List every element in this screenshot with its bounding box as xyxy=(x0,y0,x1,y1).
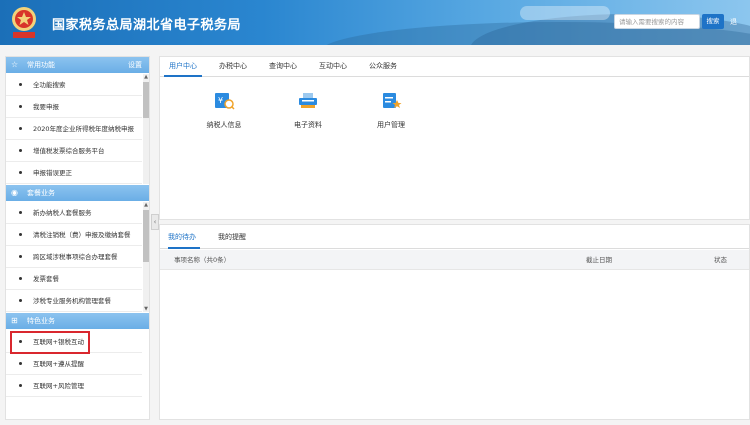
todo-tabs: 我的待办 我的提醒 xyxy=(160,225,749,249)
tab-public-service[interactable]: 公众服务 xyxy=(364,57,402,77)
package-icon: ◉ xyxy=(11,188,18,197)
sidebar-item-vat-platform[interactable]: 增值税发票综合服务平台 xyxy=(6,140,142,162)
highlight-box xyxy=(10,331,90,354)
bullet-icon xyxy=(19,171,22,174)
sidebar-item-label: 清税注销税（费）申报及缴纳套餐 xyxy=(33,231,131,239)
section-header-common[interactable]: ☆ 常用功能 设置 xyxy=(6,57,149,73)
tax-logo-icon[interactable] xyxy=(6,4,42,40)
tab-my-todo[interactable]: 我的待办 xyxy=(168,225,200,249)
sidebar-collapse-button[interactable]: ‹ xyxy=(151,214,159,230)
bullet-icon xyxy=(19,211,22,214)
scrollbar[interactable]: ▲ xyxy=(143,74,149,184)
sidebar-item-label: 2020年度企业所得税年度纳税申报 xyxy=(33,125,135,133)
sidebar-item-label: 涉税专业服务机构管理套餐 xyxy=(33,297,111,305)
section-header-feature[interactable]: ⊞ 特色业务 xyxy=(6,313,149,329)
sidebar-item-invoice[interactable]: 发票套餐 xyxy=(6,268,142,290)
sidebar-item-search-all[interactable]: 全功能搜索 xyxy=(6,74,142,96)
tab-query-center[interactable]: 查询中心 xyxy=(264,57,302,77)
scrollbar[interactable]: ▲ ▼ xyxy=(143,202,149,312)
service-label: 纳税人信息 xyxy=(206,121,242,129)
sidebar-item-label: 增值税发票综合服务平台 xyxy=(33,147,105,155)
svg-text:¥: ¥ xyxy=(218,96,223,105)
section-title: 套餐业务 xyxy=(27,189,55,197)
service-label: 用户管理 xyxy=(377,121,405,129)
sidebar-item-label: 申报错误更正 xyxy=(33,169,72,177)
sidebar-item-label: 互联网+风险管理 xyxy=(33,382,84,390)
user-management-icon xyxy=(383,93,402,108)
sidebar-item-label: 跨区域涉税事项综合办理套餐 xyxy=(33,253,118,261)
bullet-icon xyxy=(19,362,22,365)
bullet-icon xyxy=(19,233,22,236)
sidebar-item-correction[interactable]: 申报错误更正 xyxy=(6,162,142,184)
main-tabs: 用户中心 办税中心 查询中心 互动中心 公众服务 xyxy=(160,57,749,77)
section-title: 常用功能 xyxy=(27,61,55,69)
scrollbar-thumb[interactable] xyxy=(143,82,149,118)
taxpayer-info-icon: ¥ xyxy=(215,93,235,110)
exit-link[interactable]: 退 xyxy=(730,17,737,27)
sidebar-item-compliance[interactable]: 互联网+遵从提醒 xyxy=(6,353,142,375)
scrollbar-thumb[interactable] xyxy=(143,210,149,262)
sidebar-item-label: 发票套餐 xyxy=(33,275,59,283)
column-header-item-name: 事项名称（共0条） xyxy=(174,256,231,264)
electronic-data-icon xyxy=(299,93,317,108)
section-header-package[interactable]: ◉ 套餐业务 xyxy=(6,185,149,201)
service-label: 电子资料 xyxy=(294,121,322,129)
sidebar-item-agency[interactable]: 涉税专业服务机构管理套餐 xyxy=(6,290,142,312)
scroll-up-icon[interactable]: ▲ xyxy=(143,74,149,80)
sidebar-item-new-taxpayer[interactable]: 新办纳税人套餐服务 xyxy=(6,202,142,224)
tab-tax-center[interactable]: 办税中心 xyxy=(214,57,252,77)
electronic-data-button[interactable]: 电子资料 xyxy=(280,91,336,131)
user-management-button[interactable]: 用户管理 xyxy=(363,91,419,131)
tab-interaction-center[interactable]: 互动中心 xyxy=(314,57,352,77)
sidebar: ☆ 常用功能 设置 全功能搜索 我要申报 2020年度企业所得税年度纳税申报 增… xyxy=(5,56,150,420)
sidebar-item-declare[interactable]: 我要申报 xyxy=(6,96,142,118)
tab-my-reminders[interactable]: 我的提醒 xyxy=(218,225,252,249)
search-button[interactable]: 搜索 xyxy=(702,14,724,29)
column-header-deadline: 截止日期 xyxy=(586,256,612,264)
bullet-icon xyxy=(19,83,22,86)
todo-panel: 我的待办 我的提醒 事项名称（共0条） 截止日期 状态 xyxy=(159,224,750,420)
bullet-icon xyxy=(19,149,22,152)
search-input[interactable]: 请输入需要搜索的内容 xyxy=(614,14,700,29)
section-title: 特色业务 xyxy=(27,317,55,325)
scroll-up-icon[interactable]: ▲ xyxy=(143,202,149,208)
feature-icon: ⊞ xyxy=(11,316,18,325)
sidebar-item-annual-tax[interactable]: 2020年度企业所得税年度纳税申报 xyxy=(6,118,142,140)
todo-table-header: 事项名称（共0条） 截止日期 状态 xyxy=(160,250,749,270)
bullet-icon xyxy=(19,127,22,130)
star-icon: ☆ xyxy=(11,60,19,69)
bullet-icon xyxy=(19,384,22,387)
header-decoration xyxy=(520,6,610,20)
sidebar-item-label: 互联网+遵从提醒 xyxy=(33,360,84,368)
settings-link[interactable]: 设置 xyxy=(128,57,142,73)
taxpayer-info-button[interactable]: ¥ 纳税人信息 xyxy=(196,91,252,131)
bullet-icon xyxy=(19,277,22,280)
sidebar-item-label: 全功能搜索 xyxy=(33,81,66,89)
bullet-icon xyxy=(19,105,22,108)
bullet-icon xyxy=(19,299,22,302)
sidebar-item-risk[interactable]: 互联网+风险管理 xyxy=(6,375,142,397)
scroll-down-icon[interactable]: ▼ xyxy=(143,306,149,312)
sidebar-item-deregistration[interactable]: 清税注销税（费）申报及缴纳套餐 xyxy=(6,224,142,246)
sidebar-item-label: 我要申报 xyxy=(33,103,59,111)
sidebar-item-cross-region[interactable]: 跨区域涉税事项综合办理套餐 xyxy=(6,246,142,268)
column-header-status: 状态 xyxy=(714,256,727,264)
user-center-panel: 用户中心 办税中心 查询中心 互动中心 公众服务 ¥ 纳税人信息 电子资料 用户… xyxy=(159,56,750,220)
bullet-icon xyxy=(19,255,22,258)
tab-user-center[interactable]: 用户中心 xyxy=(164,57,202,77)
site-title: 国家税务总局湖北省电子税务局 xyxy=(52,18,242,33)
sidebar-item-label: 新办纳税人套餐服务 xyxy=(33,209,92,217)
site-header: 国家税务总局湖北省电子税务局 请输入需要搜索的内容 搜索 退 xyxy=(0,0,750,45)
